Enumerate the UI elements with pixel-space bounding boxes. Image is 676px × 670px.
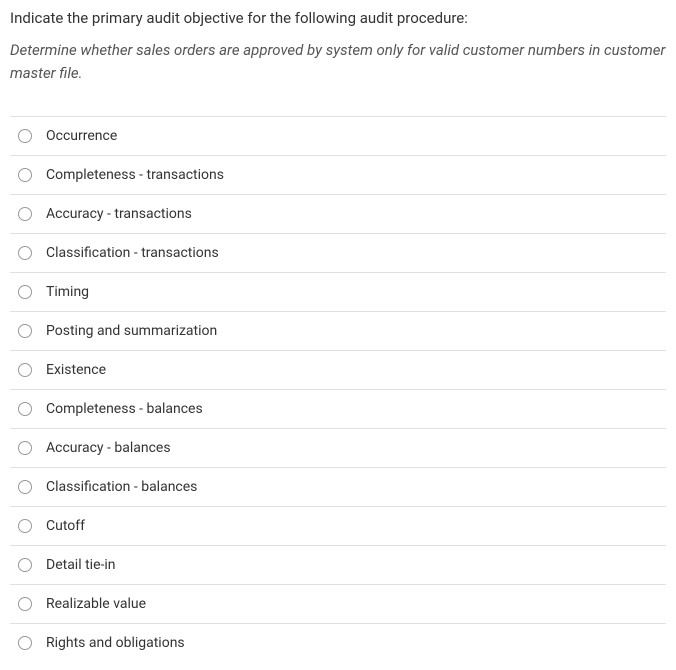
radio-icon bbox=[18, 480, 32, 494]
option-row[interactable]: Rights and obligations bbox=[10, 624, 666, 662]
option-label: Accuracy - transactions bbox=[46, 206, 192, 222]
option-row[interactable]: Realizable value bbox=[10, 585, 666, 624]
radio-icon bbox=[18, 441, 32, 455]
option-row[interactable]: Occurrence bbox=[10, 117, 666, 156]
option-label: Occurrence bbox=[46, 128, 117, 144]
radio-icon bbox=[18, 129, 32, 143]
option-row[interactable]: Completeness - transactions bbox=[10, 156, 666, 195]
radio-icon bbox=[18, 519, 32, 533]
radio-icon bbox=[18, 285, 32, 299]
option-row[interactable]: Cutoff bbox=[10, 507, 666, 546]
option-row[interactable]: Posting and summarization bbox=[10, 312, 666, 351]
option-label: Cutoff bbox=[46, 518, 85, 534]
option-row[interactable]: Classification - transactions bbox=[10, 234, 666, 273]
option-label: Rights and obligations bbox=[46, 635, 185, 651]
radio-icon bbox=[18, 168, 32, 182]
option-label: Existence bbox=[46, 362, 106, 378]
option-label: Detail tie-in bbox=[46, 557, 116, 573]
option-row[interactable]: Completeness - balances bbox=[10, 390, 666, 429]
options-list: Occurrence Completeness - transactions A… bbox=[10, 116, 666, 662]
option-row[interactable]: Classification - balances bbox=[10, 468, 666, 507]
option-label: Completeness - transactions bbox=[46, 167, 224, 183]
option-row[interactable]: Timing bbox=[10, 273, 666, 312]
option-label: Timing bbox=[46, 284, 89, 300]
option-label: Accuracy - balances bbox=[46, 440, 171, 456]
radio-icon bbox=[18, 597, 32, 611]
radio-icon bbox=[18, 636, 32, 650]
radio-icon bbox=[18, 246, 32, 260]
radio-icon bbox=[18, 207, 32, 221]
option-row[interactable]: Existence bbox=[10, 351, 666, 390]
option-label: Posting and summarization bbox=[46, 323, 217, 339]
option-label: Realizable value bbox=[46, 596, 146, 612]
radio-icon bbox=[18, 558, 32, 572]
option-row[interactable]: Detail tie-in bbox=[10, 546, 666, 585]
question-stem: Indicate the primary audit objective for… bbox=[10, 8, 666, 29]
radio-icon bbox=[18, 324, 32, 338]
option-row[interactable]: Accuracy - balances bbox=[10, 429, 666, 468]
question-procedure: Determine whether sales orders are appro… bbox=[10, 39, 666, 84]
option-label: Completeness - balances bbox=[46, 401, 203, 417]
option-label: Classification - transactions bbox=[46, 245, 219, 261]
radio-icon bbox=[18, 363, 32, 377]
radio-icon bbox=[18, 402, 32, 416]
option-row[interactable]: Accuracy - transactions bbox=[10, 195, 666, 234]
option-label: Classification - balances bbox=[46, 479, 197, 495]
